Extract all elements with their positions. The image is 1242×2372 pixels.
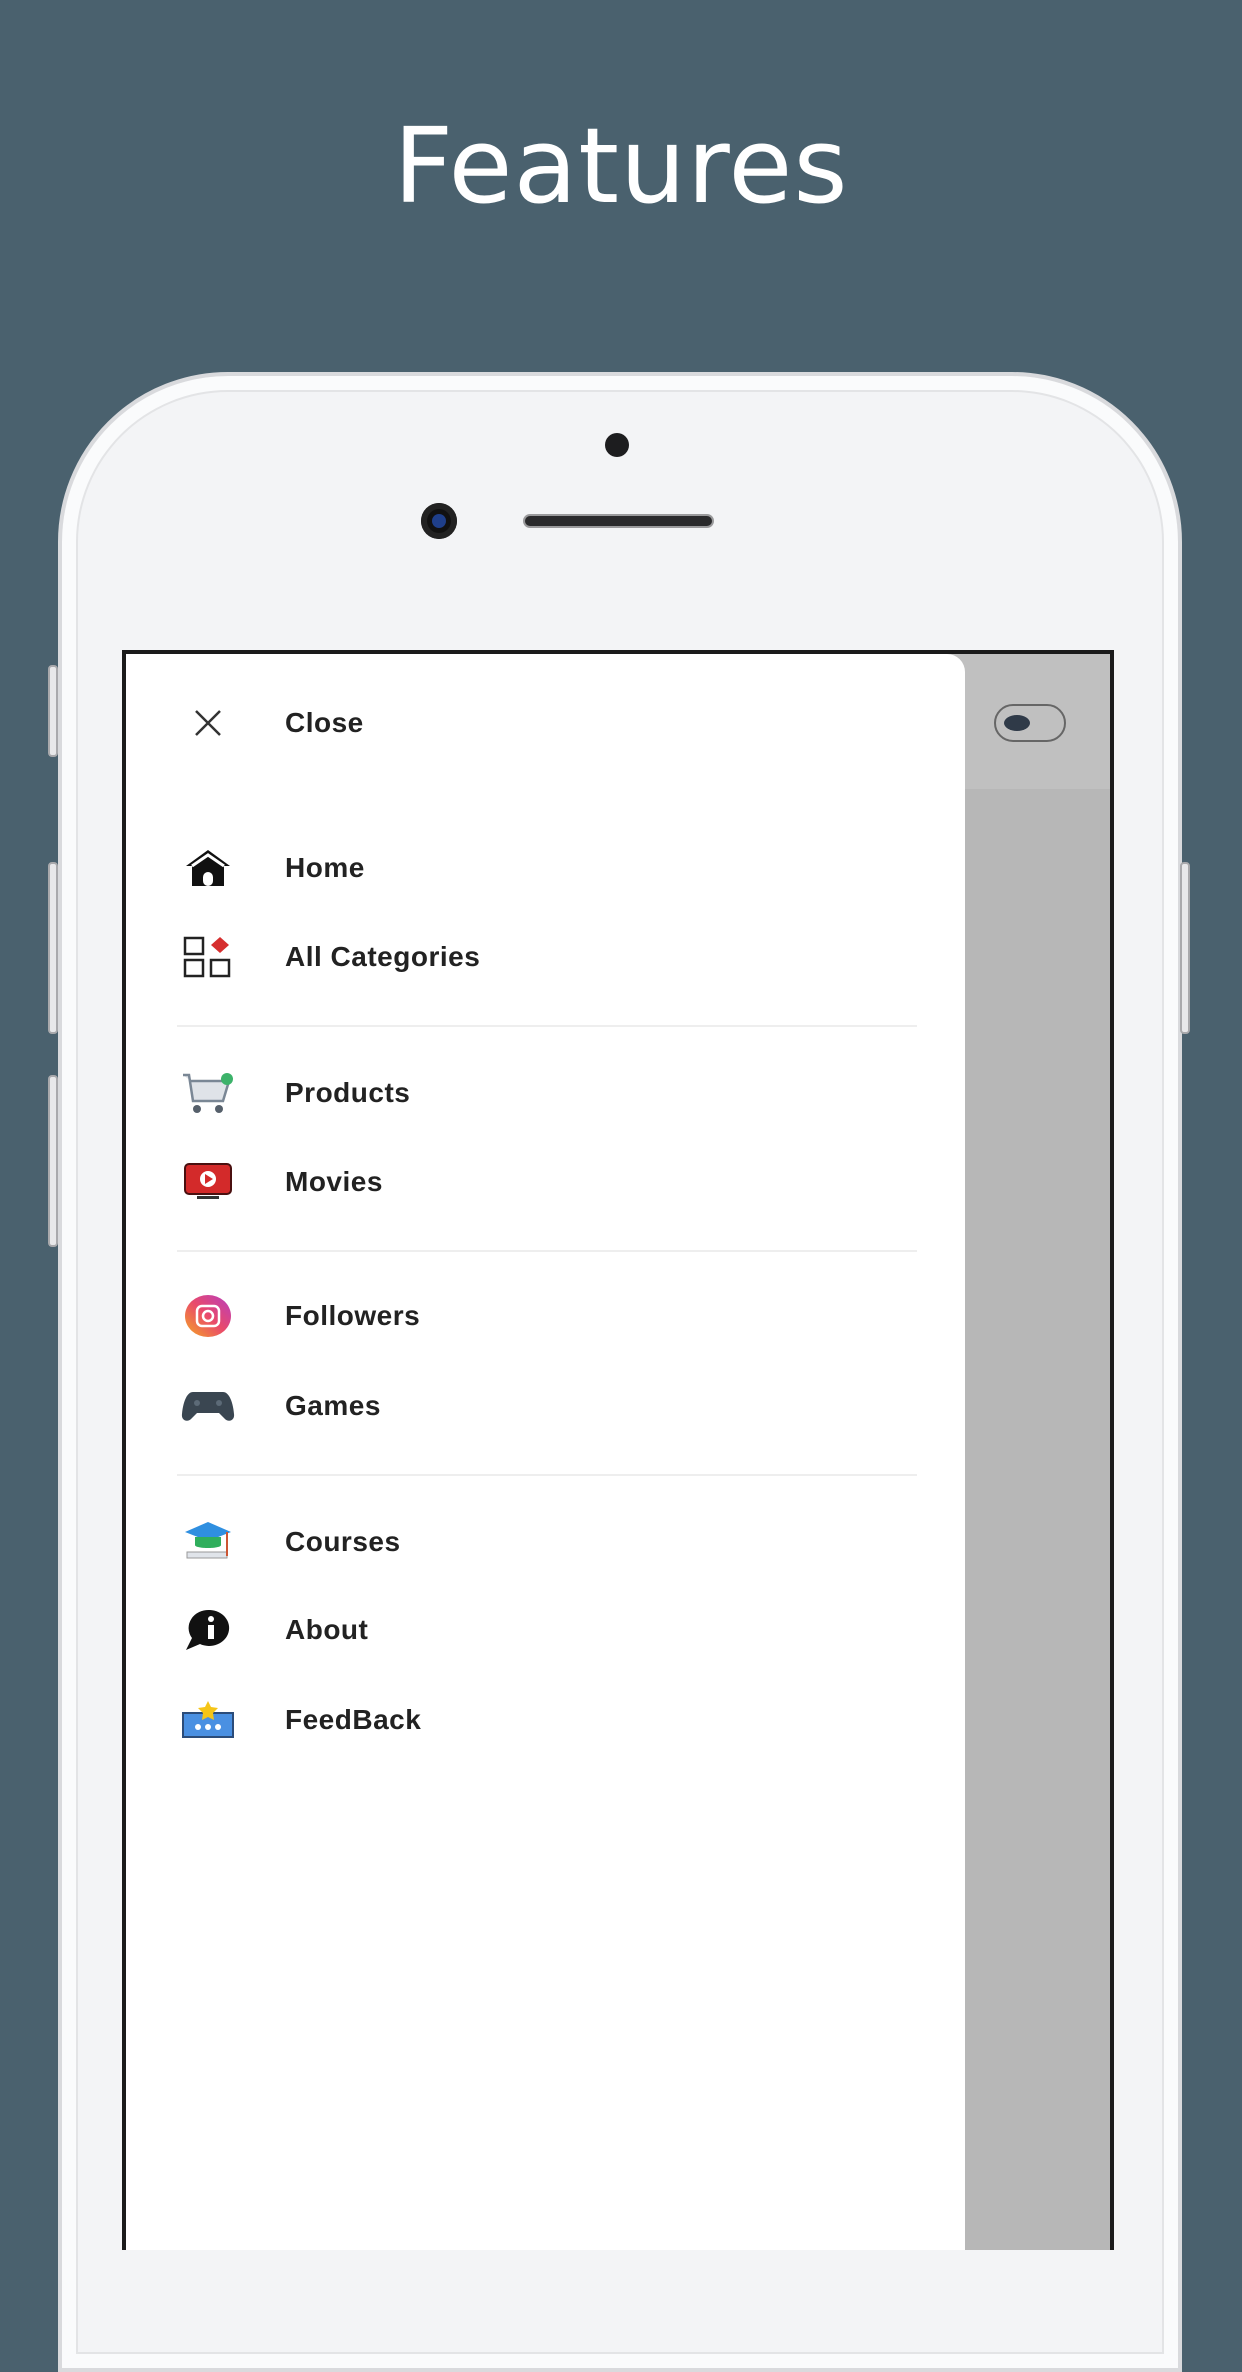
info-bubble-icon: [180, 1605, 236, 1655]
theme-toggle[interactable]: [994, 704, 1066, 742]
menu-item-feedback[interactable]: FeedBack: [126, 1685, 965, 1755]
close-label: Close: [285, 707, 364, 738]
menu-label: Followers: [285, 1300, 421, 1331]
phone-power-button: [1180, 862, 1190, 1034]
gamepad-icon: [180, 1381, 236, 1431]
menu-label: FeedBack: [285, 1704, 422, 1735]
menu-label: Products: [285, 1077, 411, 1108]
front-camera: [421, 503, 457, 539]
divider: [177, 1250, 917, 1252]
menu-item-about[interactable]: About: [126, 1595, 965, 1665]
menu-label: Movies: [285, 1166, 383, 1197]
menu-item-games[interactable]: Games: [126, 1371, 965, 1441]
phone-screen: Close Home All Categories Products Movie…: [122, 650, 1114, 2250]
earpiece-speaker: [523, 514, 714, 528]
menu-item-home[interactable]: Home: [126, 833, 965, 903]
menu-label: Courses: [285, 1526, 401, 1557]
menu-item-followers[interactable]: Followers: [126, 1281, 965, 1351]
page-title: Features: [393, 105, 849, 227]
phone-volume-down-button: [48, 1075, 58, 1247]
close-icon: [180, 698, 236, 748]
instagram-icon: [180, 1291, 236, 1341]
menu-item-movies[interactable]: Movies: [126, 1147, 965, 1217]
menu-label: Games: [285, 1390, 381, 1421]
movie-tv-icon: [180, 1157, 236, 1207]
divider: [177, 1025, 917, 1027]
divider: [177, 1474, 917, 1476]
menu-item-all-categories[interactable]: All Categories: [126, 922, 965, 992]
menu-item-products[interactable]: Products: [126, 1058, 965, 1128]
menu-label: All Categories: [285, 941, 481, 972]
graduation-cap-icon: [180, 1517, 236, 1567]
phone-mute-button: [48, 665, 58, 757]
categories-icon: [180, 932, 236, 982]
phone-volume-up-button: [48, 862, 58, 1034]
menu-label: Home: [285, 852, 365, 883]
feedback-icon: [180, 1695, 236, 1745]
menu-label: About: [285, 1614, 369, 1645]
close-button[interactable]: Close: [126, 688, 965, 758]
proximity-sensor: [605, 433, 629, 457]
cart-icon: [180, 1068, 236, 1118]
navigation-drawer: Close Home All Categories Products Movie…: [126, 654, 965, 2250]
menu-item-courses[interactable]: Courses: [126, 1507, 965, 1577]
home-icon: [180, 843, 236, 893]
